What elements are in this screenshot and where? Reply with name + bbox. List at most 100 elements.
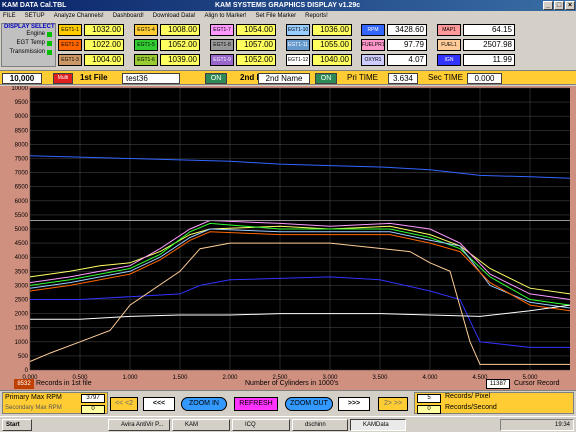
gauge-egt1-4: EGT1-4 1008.00 bbox=[134, 24, 202, 36]
gauge-label[interactable]: EGT1-12 bbox=[286, 54, 310, 66]
app-title: KAM DATA Cal.TBL bbox=[2, 2, 67, 9]
y-tick-label: 2500 bbox=[15, 298, 29, 304]
taskbar-item[interactable]: KAMData bbox=[350, 419, 406, 431]
start-button[interactable]: Start bbox=[2, 419, 32, 431]
gauge-label[interactable]: FUELPR1 bbox=[361, 39, 385, 51]
gauge-value: 1054.00 bbox=[236, 24, 276, 36]
y-tick-label: 6000 bbox=[15, 199, 29, 205]
gauge-egt1-11: EGT1-11 1055.00 bbox=[286, 39, 354, 51]
gauge-label[interactable]: EGT1-3 bbox=[58, 54, 82, 66]
refresh-button[interactable]: REFRESH bbox=[234, 397, 278, 411]
gauge-egt1-3: EGT1-3 1004.00 bbox=[58, 54, 126, 66]
gauge-label[interactable]: EGT1-6 bbox=[134, 54, 158, 66]
gauge-value: 1040.00 bbox=[312, 54, 352, 66]
records-per-pixel-label: Records/ Pixel bbox=[445, 393, 491, 400]
gauge-label[interactable]: EGT1-8 bbox=[210, 39, 234, 51]
zoom-in-button[interactable]: ZOOM IN bbox=[181, 397, 227, 411]
gauge-value: 2507.98 bbox=[463, 39, 515, 51]
y-tick-label: 2000 bbox=[15, 312, 29, 318]
close-icon[interactable]: × bbox=[565, 1, 575, 10]
gauge-label[interactable]: IGN bbox=[437, 54, 461, 66]
records-total: 10,000 bbox=[2, 73, 42, 84]
menu-setup[interactable]: SETUP bbox=[25, 11, 45, 21]
control-bar: Primary Max RPM 3797 Secondary Max RPM 0… bbox=[0, 390, 576, 416]
minimize-icon[interactable]: _ bbox=[543, 1, 553, 10]
y-tick-label: 8000 bbox=[15, 142, 29, 148]
gauge-label[interactable]: RPM bbox=[361, 24, 385, 36]
gauge-ign: IGN 11.99 bbox=[437, 54, 517, 66]
gauge-egt1-12: EGT1-12 1040.00 bbox=[286, 54, 354, 66]
file-bar: 10,000 Multi 1st File test36 ON 2nd File… bbox=[0, 70, 576, 85]
forward-2-button[interactable]: 2> >> bbox=[378, 397, 408, 411]
first-file-name[interactable]: test36 bbox=[122, 73, 180, 84]
second-file-on-button[interactable]: ON bbox=[315, 73, 337, 84]
menu-reports[interactable]: Reports! bbox=[305, 11, 328, 21]
gauge-egt1-6: EGT1-6 1039.00 bbox=[134, 54, 202, 66]
maximize-icon[interactable]: □ bbox=[554, 1, 564, 10]
gauge-label[interactable]: OXYR1 bbox=[361, 54, 385, 66]
x-tick-label: 1.000 bbox=[122, 375, 138, 381]
gauge-value: 1036.00 bbox=[312, 24, 352, 36]
cursor-count: 11387 bbox=[486, 379, 510, 389]
y-tick-label: 3000 bbox=[15, 283, 29, 289]
y-tick-label: 3500 bbox=[15, 269, 29, 275]
gauge-egt1-8: EGT1-8 1057.00 bbox=[210, 39, 278, 51]
gauge-value: 1055.00 bbox=[312, 39, 352, 51]
gauge-label[interactable]: EGT1-5 bbox=[134, 39, 158, 51]
back-2-button[interactable]: << <2 bbox=[110, 397, 138, 411]
back-button[interactable]: <<< bbox=[143, 397, 175, 411]
menu-align-to-marker[interactable]: Align to Marker! bbox=[204, 11, 246, 21]
gauge-value: 1057.00 bbox=[236, 39, 276, 51]
taskbar-item[interactable]: dschinn bbox=[292, 419, 348, 431]
menu-set-file-marker[interactable]: Set File Marker bbox=[255, 11, 296, 21]
zoom-out-button[interactable]: ZOOM OUT bbox=[285, 397, 333, 411]
multi-chip[interactable]: Multi bbox=[53, 73, 73, 84]
forward-button[interactable]: >>> bbox=[338, 397, 370, 411]
gauge-label[interactable]: MAP1 bbox=[437, 24, 461, 36]
first-file-label: 1st File bbox=[80, 73, 108, 82]
gauge-value: 1052.00 bbox=[236, 54, 276, 66]
gauge-label[interactable]: EGT1-2 bbox=[58, 39, 82, 51]
menu-download-data[interactable]: Download Data! bbox=[153, 11, 196, 21]
display-option-transmission[interactable]: Transmission bbox=[2, 48, 55, 57]
records-rate-panel: 5 Records/ Pixel 0 Records/Second bbox=[414, 392, 574, 414]
display-option-egt[interactable]: EGT Temp bbox=[2, 39, 55, 48]
gauge-value: 1008.00 bbox=[160, 24, 200, 36]
gauge-label[interactable]: EGT1-11 bbox=[286, 39, 310, 51]
cursor-label: Cursor Record bbox=[514, 380, 560, 387]
records-per-second-value: 0 bbox=[417, 405, 441, 414]
display-option-engine[interactable]: Engine bbox=[2, 30, 55, 39]
taskbar-item[interactable]: Avira AntiVir P... bbox=[108, 419, 170, 431]
y-tick-label: 9000 bbox=[15, 114, 29, 120]
gauge-value: 64.15 bbox=[463, 24, 515, 36]
menu-dashboard[interactable]: Dashboard! bbox=[113, 11, 144, 21]
y-tick-label: 7500 bbox=[15, 157, 29, 163]
indicator-icon bbox=[47, 41, 52, 46]
gauge-label[interactable]: EGT1-9 bbox=[210, 54, 234, 66]
gauge-value: 1052.00 bbox=[160, 39, 200, 51]
records-per-pixel-value[interactable]: 5 bbox=[417, 394, 441, 403]
first-file-on-button[interactable]: ON bbox=[205, 73, 227, 84]
gauge-label[interactable]: FUEL1 bbox=[437, 39, 461, 51]
taskbar-item[interactable]: KAM bbox=[172, 419, 230, 431]
taskbar-item[interactable]: ICQ bbox=[232, 419, 290, 431]
gauge-label[interactable]: EGT1-7 bbox=[210, 24, 234, 36]
gauge-label[interactable]: EGT1-10 bbox=[286, 24, 310, 36]
menu-file[interactable]: FILE bbox=[3, 11, 16, 21]
gauge-value: 3428.60 bbox=[387, 24, 427, 36]
menu-analyze-channels[interactable]: Analyze Channels! bbox=[54, 11, 104, 21]
gauge-rpm: RPM 3428.60 bbox=[361, 24, 429, 36]
chart[interactable]: 0 500 1000 1500 2000 2500 3000 3500 4000 4500 5000… bbox=[0, 86, 576, 390]
system-tray: 19:34 bbox=[500, 419, 574, 431]
gauge-value: 1039.00 bbox=[160, 54, 200, 66]
indicator-icon bbox=[47, 50, 52, 55]
gauge-value: 11.99 bbox=[463, 54, 515, 66]
pri-time-value: 3.634 bbox=[388, 73, 418, 84]
y-tick-label: 0 bbox=[25, 368, 29, 374]
y-tick-label: 5500 bbox=[15, 213, 29, 219]
gauge-label[interactable]: EGT1-1 bbox=[58, 24, 82, 36]
second-file-name[interactable]: 2nd Name bbox=[258, 73, 310, 84]
sec-time-label: Sec TIME bbox=[428, 73, 463, 82]
gauge-label[interactable]: EGT1-4 bbox=[134, 24, 158, 36]
gauge-value: 1032.00 bbox=[84, 24, 124, 36]
